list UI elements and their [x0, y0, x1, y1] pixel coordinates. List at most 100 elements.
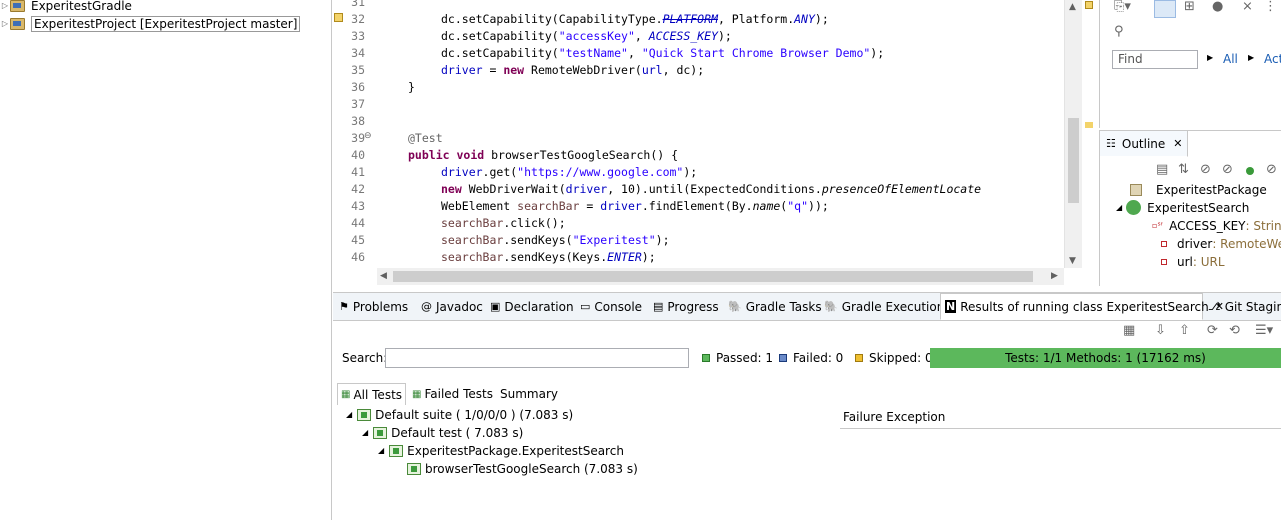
package-icon — [1130, 183, 1142, 196]
code-line-39: @Test — [408, 131, 443, 145]
code-line-35: driver = new RemoteWebDriver(url, dc); — [441, 63, 705, 77]
outline-tab-label: Outline — [1121, 136, 1166, 151]
class-icon — [389, 444, 404, 457]
tree-item-suite[interactable]: ◢ Default suite ( 1/0/0/0 ) (7.083 s) — [346, 406, 573, 423]
project-row-experitestproject[interactable]: ▷ ExperitestProject [ExperitestProject m… — [0, 15, 301, 32]
overview-ruler[interactable] — [1082, 0, 1098, 268]
expand-arrow-icon[interactable]: ▷ — [0, 1, 10, 10]
tab-failed-tests[interactable]: ▦ Failed Tests — [409, 383, 496, 405]
expand-arrow-icon[interactable]: ◢ — [362, 428, 368, 437]
rerun-icon[interactable]: ⟳ — [1207, 323, 1218, 338]
task-list-pane: ⎘▾ ⊞ ● ⨯ ⋮ ⚲ Find ▶ All ▶ Act — [1099, 0, 1281, 128]
line-number: 38 — [351, 114, 365, 128]
expand-arrow-icon[interactable]: ◢ — [1116, 203, 1122, 212]
project-row-experitestgradle[interactable]: ▷ ExperitestGradle — [0, 0, 132, 14]
scroll-left-arrow-icon[interactable]: ◀ — [380, 271, 387, 281]
categorized-toggle-icon[interactable] — [1154, 0, 1176, 18]
failed-icon — [779, 354, 787, 362]
vertical-scrollbar[interactable]: ▲ ▼ — [1064, 0, 1082, 268]
horizontal-scrollbar[interactable]: ◀ ▶ — [377, 268, 1064, 285]
code-line-34: dc.setCapability("testName", "Quick Star… — [441, 46, 885, 60]
history-icon[interactable]: ☰▾ — [1255, 323, 1273, 338]
outline-item-package[interactable]: ExperitestPackage — [1130, 181, 1267, 198]
close-icon[interactable]: ✕ — [1173, 137, 1182, 150]
scroll-right-arrow-icon[interactable]: ▶ — [1051, 271, 1058, 281]
javadoc-icon: @ — [421, 300, 432, 313]
collapse-all-icon[interactable]: ▤ — [1156, 162, 1168, 177]
scroll-up-arrow-icon[interactable]: ▲ — [1069, 2, 1076, 12]
hide-completed-icon[interactable]: ● — [1212, 0, 1223, 14]
outline-item-field[interactable]: url : URL — [1161, 253, 1225, 270]
tree-item-class[interactable]: ◢ ExperitestPackage.ExperitestSearch — [378, 442, 624, 459]
expand-arrow-icon[interactable]: ▷ — [0, 19, 10, 28]
project-explorer: ▷ ExperitestGradle ▷ ExperitestProject [… — [0, 0, 332, 520]
project-folder-icon — [10, 0, 25, 12]
clear-results-icon[interactable]: ▦ — [1123, 323, 1135, 338]
warning-marker-icon[interactable] — [334, 13, 343, 22]
sort-icon[interactable]: ⇅ — [1178, 162, 1189, 177]
git-icon: ⎇ — [1208, 300, 1221, 313]
hide-local-types-icon[interactable]: ⊘ — [1266, 162, 1277, 177]
tab-declaration[interactable]: ▣ Declaration — [490, 293, 574, 320]
gradle-icon: 🐘 — [824, 300, 838, 313]
expand-arrow-icon[interactable]: ◢ — [346, 410, 352, 419]
search-input[interactable] — [385, 348, 689, 368]
tab-test-results[interactable]: N Results of running class ExperitestSear… — [940, 293, 1224, 320]
outline-item-field[interactable]: driver : RemoteWebD — [1161, 235, 1281, 252]
tab-console[interactable]: ▭ Console — [580, 293, 642, 320]
rerun-failed-icon[interactable]: ⟲ — [1229, 323, 1240, 338]
link-icon[interactable]: ⚲ — [1114, 24, 1124, 39]
outline-item-field[interactable]: ▫ᔆᶠ ACCESS_KEY : String — [1152, 217, 1281, 234]
tab-problems[interactable]: ⚑ Problems — [339, 293, 408, 320]
private-field-icon — [1161, 240, 1167, 247]
failure-exception-header: Failure Exception — [840, 408, 1281, 429]
hide-fields-icon[interactable]: ⊘ — [1200, 162, 1211, 177]
project-label: ExperitestGradle — [31, 0, 132, 13]
method-icon — [407, 462, 421, 475]
scrollbar-thumb[interactable] — [393, 271, 1033, 282]
tab-javadoc[interactable]: @ Javadoc — [421, 293, 483, 320]
all-link[interactable]: All — [1223, 52, 1238, 66]
tab-progress[interactable]: ▤ Progress — [653, 293, 719, 320]
code-line-41: driver.get("https://www.google.com"); — [441, 165, 698, 179]
tab-gradle-executions[interactable]: 🐘 Gradle Executions — [824, 293, 951, 320]
code-editor[interactable]: 31 32 33 34 35 36 37 38 39 40 41 42 43 4… — [333, 0, 1098, 285]
tab-outline[interactable]: ☷ Outline ✕ — [1100, 131, 1188, 157]
tree-item-test[interactable]: ◢ Default test ( 7.083 s) — [362, 424, 523, 441]
project-label: ExperitestProject [ExperitestProject mas… — [31, 15, 301, 32]
tree-item-method[interactable]: browserTestGoogleSearch (7.083 s) — [407, 460, 638, 477]
new-task-icon[interactable]: ⎘▾ — [1114, 0, 1131, 14]
arrow-right-icon: ▶ — [1207, 53, 1214, 62]
warning-overview-icon[interactable] — [1085, 1, 1093, 9]
code-area[interactable]: dc.setCapability(CapabilityType.PLATFORM… — [408, 0, 1063, 268]
project-folder-icon — [10, 17, 25, 30]
code-line-43: WebElement searchBar = driver.findElemen… — [441, 199, 829, 213]
passed-count: Passed: 1 — [702, 351, 773, 365]
outline-item-class[interactable]: ◢ ExperitestSearch — [1116, 199, 1249, 216]
collapse-fold-icon[interactable]: ⊖ — [364, 131, 372, 141]
filter-icon[interactable]: ⋮ — [1264, 0, 1277, 14]
previous-failure-icon[interactable]: ⇧ — [1179, 323, 1190, 338]
line-number: 33 — [351, 29, 365, 43]
expand-arrow-icon[interactable]: ◢ — [378, 446, 384, 455]
tab-all-tests[interactable]: ▦ All Tests — [337, 383, 407, 405]
focus-icon[interactable]: ⨯ — [1242, 0, 1253, 14]
line-number: 34 — [351, 46, 365, 60]
code-line-32: dc.setCapability(CapabilityType.PLATFORM… — [441, 12, 829, 26]
hide-nonpublic-icon[interactable] — [1246, 167, 1254, 175]
tab-summary[interactable]: Summary — [497, 383, 561, 405]
scrollbar-thumb[interactable] — [1068, 118, 1079, 203]
skipped-count: Skipped: 0 — [855, 351, 933, 365]
tab-gradle-tasks[interactable]: 🐘 Gradle Tasks — [728, 293, 822, 320]
next-failure-icon[interactable]: ⇩ — [1155, 323, 1166, 338]
static-final-field-icon: ▫ᔆᶠ — [1152, 221, 1164, 230]
tab-git-staging[interactable]: ⎇Git Staging — [1208, 293, 1281, 320]
hide-static-icon[interactable]: ⊘ — [1222, 162, 1233, 177]
scheduled-icon[interactable]: ⊞ — [1184, 0, 1195, 14]
find-input[interactable]: Find — [1112, 50, 1198, 69]
code-line-40: public void browserTestGoogleSearch() { — [408, 148, 679, 162]
activate-link[interactable]: Act — [1264, 52, 1281, 66]
line-number: 43 — [351, 199, 365, 213]
scroll-down-arrow-icon[interactable]: ▼ — [1069, 256, 1076, 266]
warning-mark[interactable] — [1085, 122, 1093, 128]
